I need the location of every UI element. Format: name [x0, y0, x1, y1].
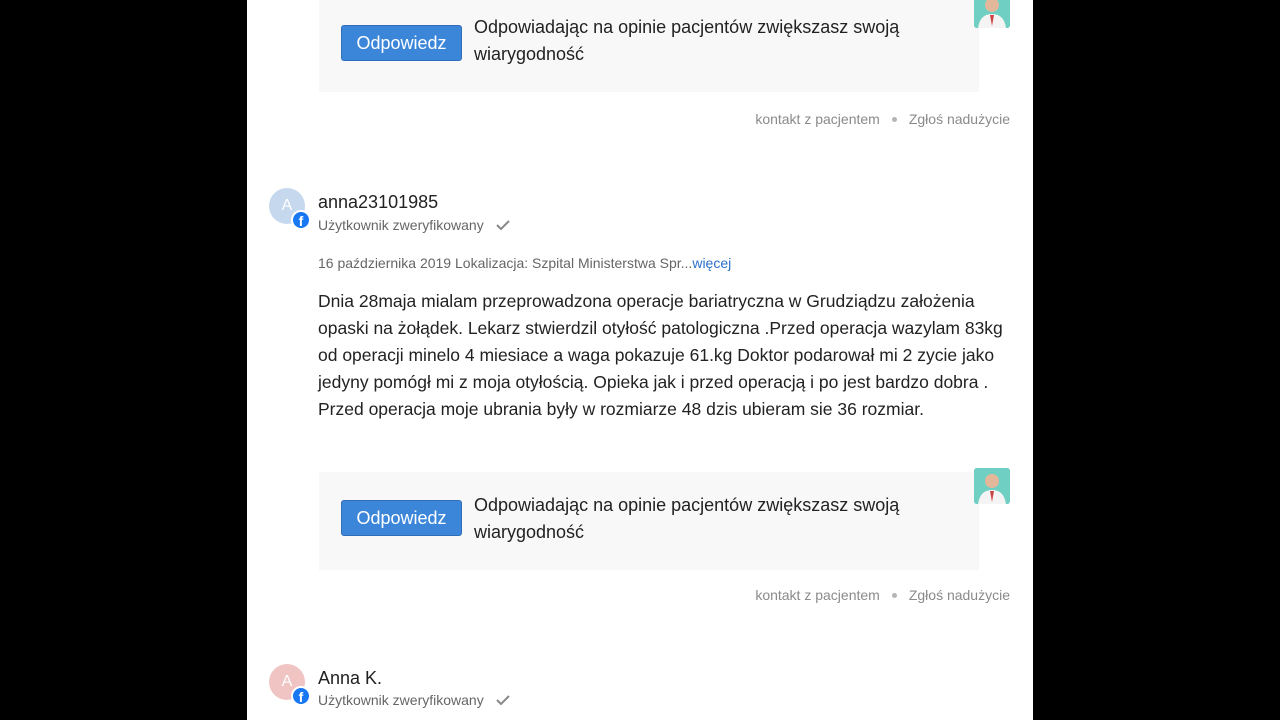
verified-text: Użytkownik zweryfikowany	[318, 217, 484, 233]
review-username: anna23101985	[318, 192, 439, 212]
more-link[interactable]: więcej	[692, 255, 731, 271]
check-icon	[496, 220, 510, 231]
review-footer: kontakt z pacjentem Zgłoś nadużycie	[755, 111, 1010, 127]
verified-user-label: Użytkownik zweryfikowany	[318, 217, 510, 233]
verified-user-label: Użytkownik zweryfikowany	[318, 692, 510, 708]
check-icon	[496, 695, 510, 706]
verified-text: Użytkownik zweryfikowany	[318, 692, 484, 708]
review-text: Dnia 28maja mialam przeprowadzona operac…	[318, 291, 1003, 419]
reply-button[interactable]: Odpowiedz	[341, 500, 462, 536]
opinions-page: Odpowiedz Odpowiadając na opinie pacjent…	[247, 0, 1033, 720]
avatar-letter: A	[281, 197, 293, 214]
review-date: 16 października 2019	[318, 255, 452, 271]
avatar-letter: A	[281, 673, 293, 690]
reply-prompt-box: Odpowiedz Odpowiadając na opinie pacjent…	[319, 0, 979, 92]
doctor-avatar	[974, 0, 1010, 28]
doctor-avatar	[974, 468, 1010, 504]
review-username: Anna K.	[318, 668, 383, 688]
report-abuse-link[interactable]: Zgłoś nadużycie	[909, 111, 1010, 127]
separator-dot	[891, 116, 897, 122]
reply-prompt-text: Odpowiadając na opinie pacjentów zwiększ…	[474, 495, 900, 542]
review-meta: 16 października 2019 Lokalizacja: Szpita…	[318, 255, 731, 271]
contact-patient-link[interactable]: kontakt z pacjentem	[755, 587, 880, 603]
facebook-icon: f	[291, 686, 311, 706]
reply-prompt-box: Odpowiedz Odpowiadając na opinie pacjent…	[319, 472, 979, 570]
review-location: Lokalizacja: Szpital Ministerstwa Spr...	[455, 255, 693, 271]
review-footer: kontakt z pacjentem Zgłoś nadużycie	[755, 587, 1010, 603]
report-abuse-link[interactable]: Zgłoś nadużycie	[909, 587, 1010, 603]
reply-prompt-text: Odpowiadając na opinie pacjentów zwiększ…	[474, 17, 900, 64]
contact-patient-link[interactable]: kontakt z pacjentem	[755, 111, 880, 127]
reply-button[interactable]: Odpowiedz	[341, 25, 462, 61]
facebook-icon: f	[291, 210, 311, 230]
separator-dot	[891, 592, 897, 598]
